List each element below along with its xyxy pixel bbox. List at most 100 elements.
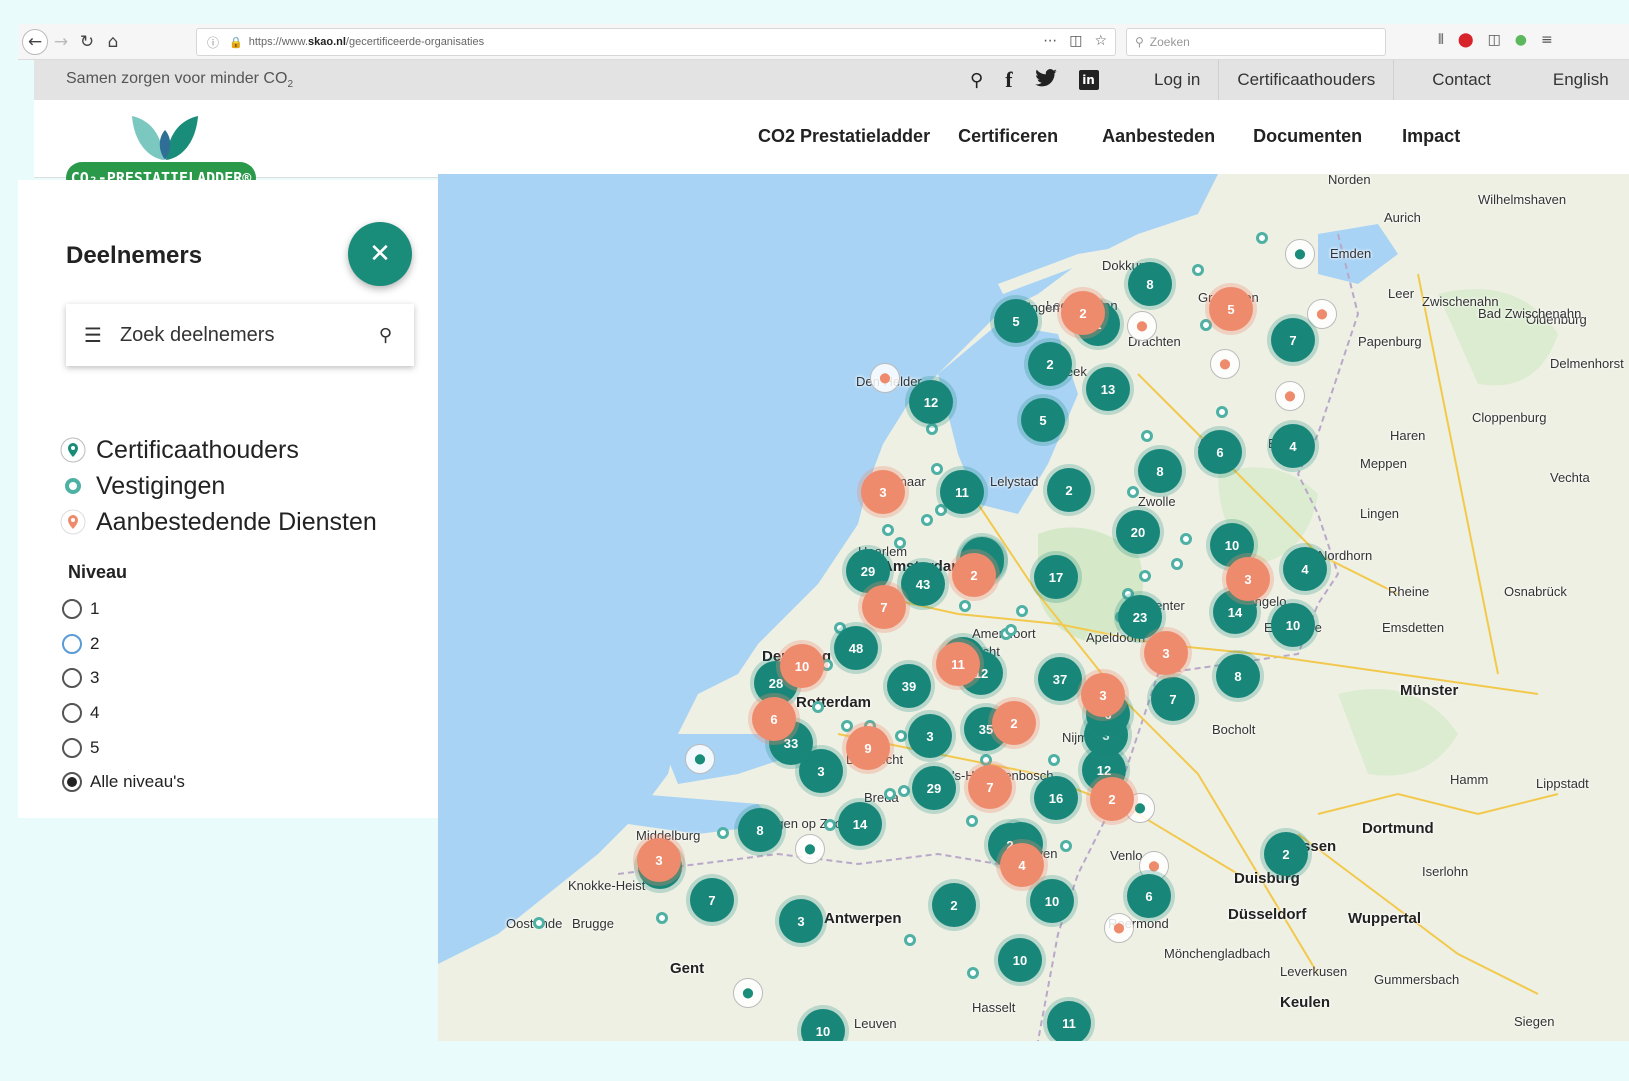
- radio-alle[interactable]: [62, 772, 82, 793]
- contact-link[interactable]: Contact: [1393, 60, 1535, 100]
- cluster-marker-orange[interactable]: 2: [992, 701, 1036, 745]
- cluster-marker-green[interactable]: 3: [779, 899, 823, 943]
- vestiging-dot-icon[interactable]: [959, 600, 971, 612]
- cluster-marker-green[interactable]: 20: [1116, 510, 1160, 554]
- certificaathouders-link[interactable]: Certificaathouders: [1218, 60, 1393, 100]
- vestiging-dot-icon[interactable]: [966, 815, 978, 827]
- cluster-marker-green[interactable]: 8: [1216, 654, 1260, 698]
- cluster-marker-green[interactable]: 39: [887, 664, 931, 708]
- vestiging-dot-icon[interactable]: [1216, 406, 1228, 418]
- cluster-marker-orange[interactable]: 3: [1081, 673, 1125, 717]
- cluster-marker-orange[interactable]: 5: [1209, 287, 1253, 331]
- cluster-marker-green[interactable]: 14: [838, 802, 882, 846]
- vestiging-dot-icon[interactable]: [1016, 605, 1028, 617]
- cluster-marker-green[interactable]: 3: [799, 749, 843, 793]
- login-link[interactable]: Log in: [1138, 60, 1218, 100]
- cluster-marker-green[interactable]: 5: [1021, 398, 1065, 442]
- cluster-marker-orange[interactable]: 9: [846, 726, 890, 770]
- aanbestedende-pin-icon[interactable]: ⬤: [1104, 913, 1134, 943]
- radio-2[interactable]: [62, 633, 82, 654]
- site-info-icon[interactable]: ⓘ: [207, 34, 219, 51]
- nav-documenten[interactable]: Documenten: [1253, 126, 1362, 147]
- close-button[interactable]: ✕: [348, 222, 412, 286]
- certificaathouder-pin-icon[interactable]: ⬤: [733, 978, 763, 1008]
- nav-aanbesteden[interactable]: Aanbesteden: [1102, 126, 1215, 147]
- cluster-marker-orange[interactable]: 7: [862, 585, 906, 629]
- nav-impact[interactable]: Impact: [1402, 126, 1460, 147]
- cluster-marker-green[interactable]: 8: [1128, 262, 1172, 306]
- vestiging-dot-icon[interactable]: [1192, 264, 1204, 276]
- cluster-marker-green[interactable]: 3: [908, 714, 952, 758]
- cluster-marker-green[interactable]: 6: [1127, 874, 1171, 918]
- cluster-marker-green[interactable]: 11: [1047, 1001, 1091, 1041]
- cluster-marker-green[interactable]: 12: [909, 380, 953, 424]
- aanbestedende-pin-icon[interactable]: ⬤: [1210, 349, 1240, 379]
- home-icon[interactable]: ⌂: [100, 29, 126, 55]
- vestiging-dot-icon[interactable]: [898, 785, 910, 797]
- filter-icon[interactable]: ☰: [84, 323, 102, 347]
- vestiging-dot-icon[interactable]: [895, 730, 907, 742]
- cluster-marker-orange[interactable]: 3: [861, 470, 905, 514]
- vestiging-dot-icon[interactable]: [894, 537, 906, 549]
- cluster-marker-green[interactable]: 7: [1271, 318, 1315, 362]
- cluster-marker-green[interactable]: 10: [1030, 879, 1074, 923]
- cluster-marker-green[interactable]: 48: [834, 626, 878, 670]
- back-icon[interactable]: ←: [22, 28, 48, 55]
- nav-co2-prestatieladder[interactable]: CO2 Prestatieladder: [758, 126, 930, 147]
- linkedin-icon[interactable]: in: [1078, 70, 1099, 90]
- cluster-marker-orange[interactable]: 3: [637, 838, 681, 882]
- cluster-marker-orange[interactable]: 7: [968, 765, 1012, 809]
- vestiging-dot-icon[interactable]: [533, 917, 545, 929]
- vestiging-dot-icon[interactable]: [882, 524, 894, 536]
- vestiging-dot-icon[interactable]: [1060, 840, 1072, 852]
- certificaathouder-pin-icon[interactable]: ⬤: [1285, 239, 1315, 269]
- cluster-marker-green[interactable]: 4: [1271, 424, 1315, 468]
- cluster-marker-green[interactable]: 17: [1034, 555, 1078, 599]
- vestiging-dot-icon[interactable]: [931, 463, 943, 475]
- cluster-marker-orange[interactable]: 10: [780, 644, 824, 688]
- cluster-marker-orange[interactable]: 6: [752, 697, 796, 741]
- cluster-marker-green[interactable]: 8: [738, 808, 782, 852]
- radio-5[interactable]: [62, 737, 82, 758]
- cluster-marker-green[interactable]: 2: [1264, 832, 1308, 876]
- bookmark-star-icon[interactable]: ☆: [1094, 33, 1107, 49]
- extension-icon[interactable]: ●: [1515, 32, 1527, 48]
- vestiging-dot-icon[interactable]: [1171, 558, 1183, 570]
- certificaathouder-pin-icon[interactable]: ⬤: [685, 744, 715, 774]
- vestiging-dot-icon[interactable]: [824, 819, 836, 831]
- cluster-marker-green[interactable]: 16: [1034, 776, 1078, 820]
- library-icon[interactable]: ⫴: [1438, 32, 1444, 48]
- niveau-option-5[interactable]: 5: [62, 730, 185, 765]
- aanbestedende-pin-icon[interactable]: ⬤: [1275, 381, 1305, 411]
- cluster-marker-green[interactable]: 2: [1047, 468, 1091, 512]
- cluster-marker-green[interactable]: 13: [1086, 367, 1130, 411]
- cluster-marker-green[interactable]: 5: [994, 299, 1038, 343]
- radio-3[interactable]: [62, 668, 82, 689]
- vestiging-dot-icon[interactable]: [841, 720, 853, 732]
- facebook-icon[interactable]: f: [1005, 67, 1012, 93]
- cluster-marker-green[interactable]: 37: [1038, 657, 1082, 701]
- vestiging-dot-icon[interactable]: [1139, 570, 1151, 582]
- certificaathouder-pin-icon[interactable]: ⬤: [795, 834, 825, 864]
- aanbestedende-pin-icon[interactable]: ⬤: [1307, 299, 1337, 329]
- vestiging-dot-icon[interactable]: [1048, 754, 1060, 766]
- map[interactable]: Norden Aurich Wilhelmshaven Emden Leer Papenb…: [438, 174, 1629, 1041]
- cluster-marker-orange[interactable]: 2: [952, 553, 996, 597]
- niveau-option-alle[interactable]: Alle niveau's: [62, 765, 185, 800]
- cluster-marker-green[interactable]: 29: [912, 766, 956, 810]
- sidebar-icon[interactable]: ◫: [1488, 32, 1501, 48]
- radio-1[interactable]: [62, 599, 82, 620]
- search-icon[interactable]: ⚲: [379, 325, 392, 346]
- cluster-marker-green[interactable]: 8: [1138, 449, 1182, 493]
- pocket-icon[interactable]: ◫: [1069, 33, 1082, 49]
- cluster-marker-green[interactable]: 43: [901, 562, 945, 606]
- vestiging-dot-icon[interactable]: [717, 827, 729, 839]
- cluster-marker-green[interactable]: 4: [1283, 547, 1327, 591]
- vestiging-dot-icon[interactable]: [1180, 533, 1192, 545]
- vestiging-dot-icon[interactable]: [1141, 430, 1153, 442]
- search-participants-field[interactable]: ☰ Zoek deelnemers ⚲: [66, 304, 414, 366]
- cluster-marker-green[interactable]: 6: [1198, 430, 1242, 474]
- cluster-marker-orange[interactable]: 4: [1000, 843, 1044, 887]
- cluster-marker-orange[interactable]: 11: [936, 642, 980, 686]
- search-icon[interactable]: ⚲: [970, 70, 983, 91]
